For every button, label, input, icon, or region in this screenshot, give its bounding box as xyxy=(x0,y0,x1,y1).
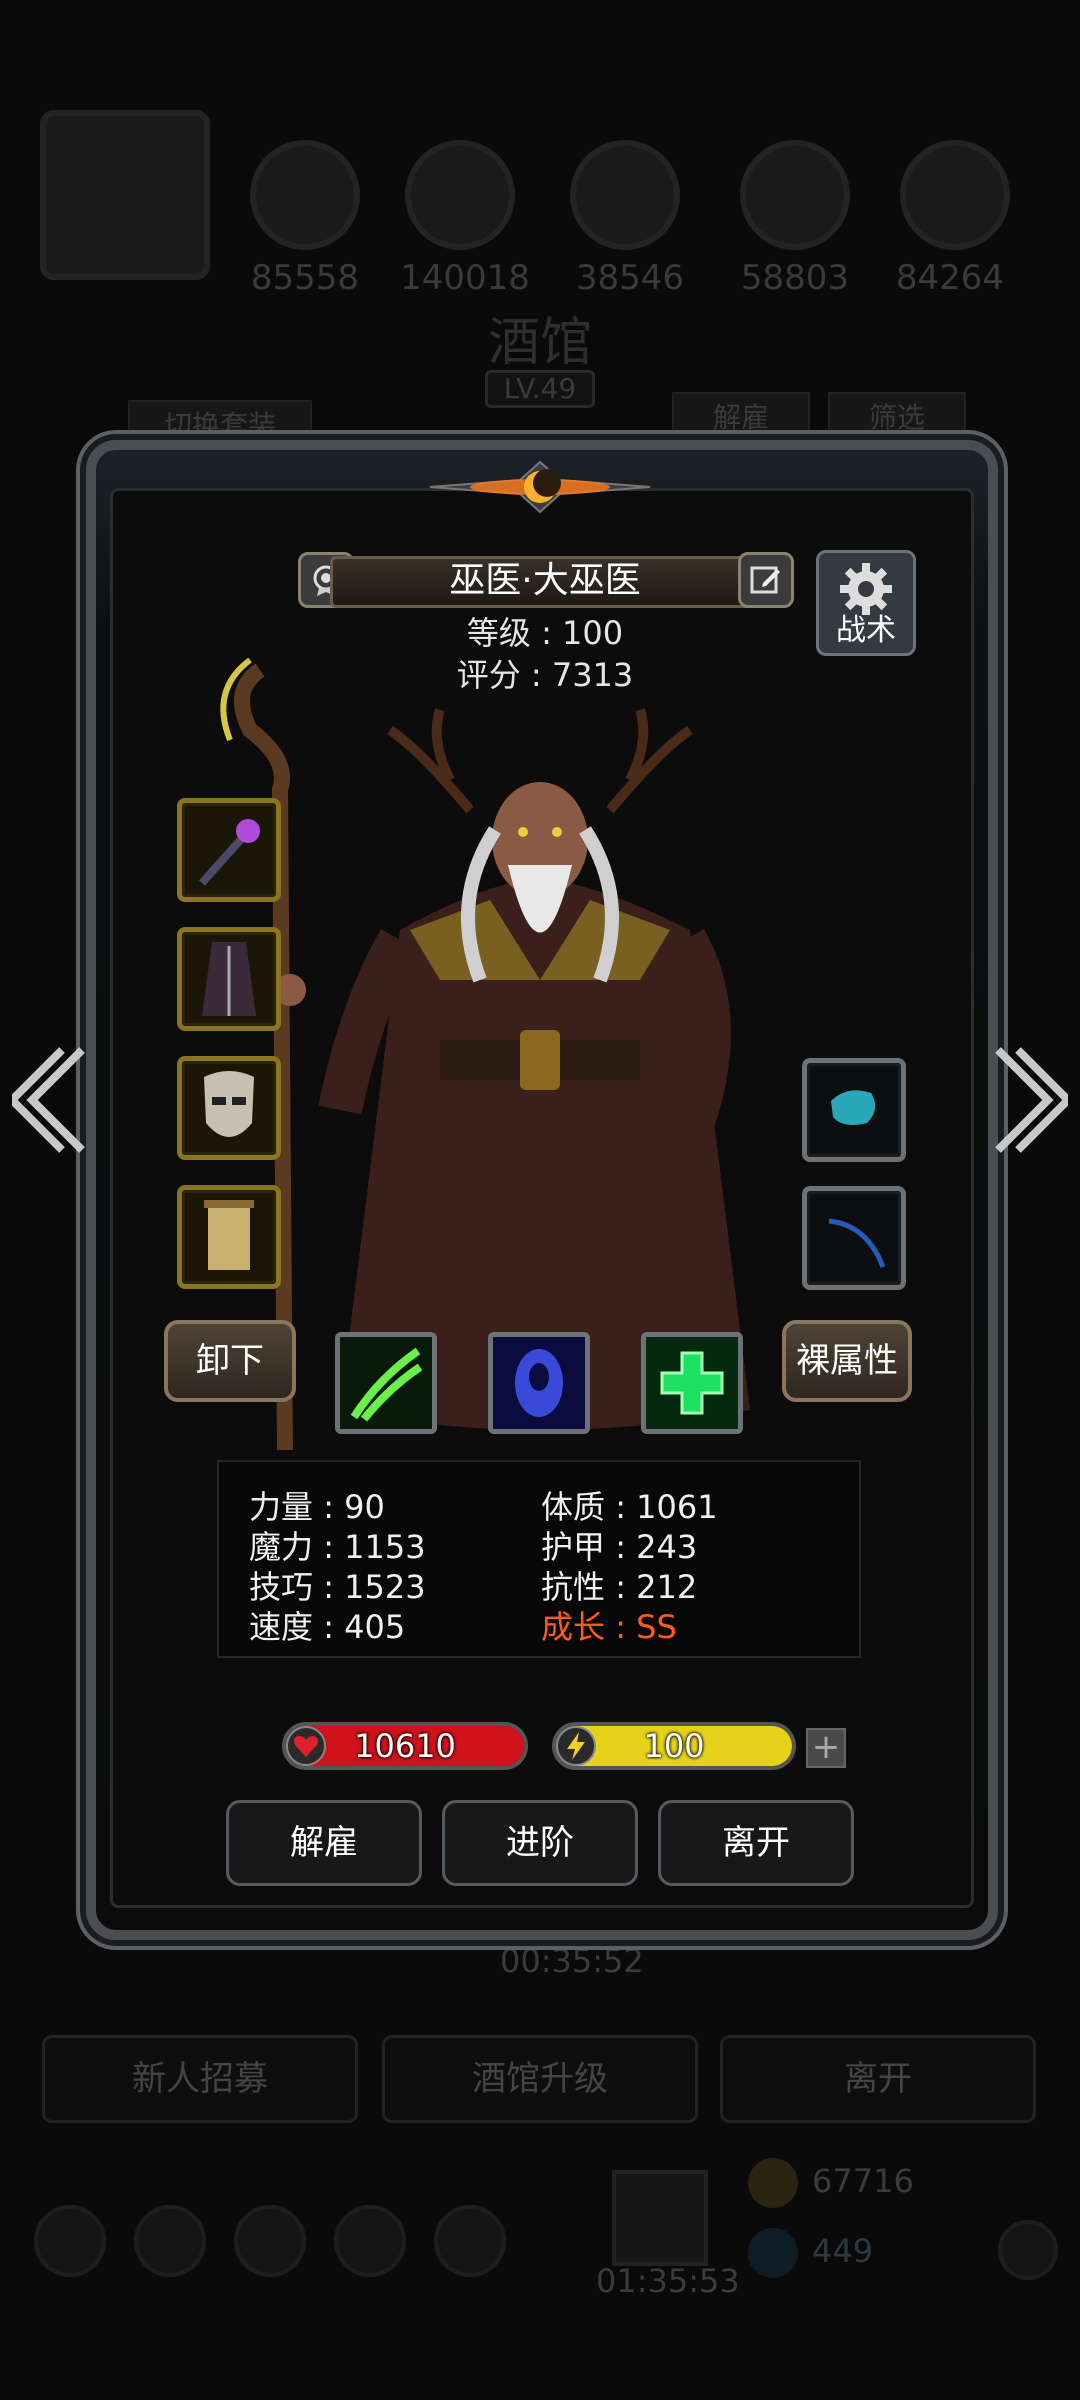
equip-slot-accessory[interactable] xyxy=(177,1185,281,1289)
menu-icon[interactable] xyxy=(134,2205,206,2277)
equip-slot-helmet[interactable] xyxy=(177,1056,281,1160)
stats-panel: 力量 : 90 魔力 : 1153 技巧 : 1523 速度 : 405 体质 … xyxy=(217,1460,861,1658)
menu-icon[interactable] xyxy=(334,2205,406,2277)
equip-slot-feather[interactable] xyxy=(802,1186,906,1290)
resource-icon-2 xyxy=(405,140,515,250)
resource-count: 58803 xyxy=(740,258,850,298)
tavern-level: LV.49 xyxy=(485,370,595,408)
gem-icon xyxy=(831,1090,876,1125)
lightning-icon xyxy=(556,1726,596,1766)
add-currency-icon[interactable] xyxy=(998,2220,1058,2280)
resource-count: 140018 xyxy=(400,258,530,298)
green-cross-icon xyxy=(646,1337,738,1429)
mask-icon xyxy=(204,1071,254,1137)
feather-icon xyxy=(828,1218,886,1268)
resource-icon-3 xyxy=(570,140,680,250)
tavern-title: 酒馆 xyxy=(487,313,592,373)
skill-slot-3[interactable] xyxy=(641,1332,743,1434)
tavern-upgrade-button[interactable]: 酒馆升级 xyxy=(382,2035,698,2123)
crescent-ornament-icon xyxy=(430,460,650,514)
tactics-label: 战术 xyxy=(836,613,896,648)
resource-icon-4 xyxy=(740,140,850,250)
scroll-icon xyxy=(204,1200,254,1270)
heart-icon xyxy=(286,1726,326,1766)
gold-coin-icon xyxy=(748,2158,798,2208)
green-claw-icon xyxy=(340,1337,432,1429)
stat-speed: 速度 : 405 xyxy=(249,1608,406,1646)
filter-button[interactable]: 筛选 xyxy=(828,392,966,444)
recruit-button[interactable]: 新人招募 xyxy=(42,2035,358,2123)
refresh-timer: 00:35:52 xyxy=(500,1942,644,1980)
tactics-button[interactable]: 战术 xyxy=(816,550,916,656)
rename-button[interactable] xyxy=(738,552,794,608)
hero-name: 巫医·大巫医 xyxy=(330,556,760,608)
dismiss-button[interactable]: 解雇 xyxy=(226,1800,422,1886)
bare-attributes-button[interactable]: 裸属性 xyxy=(782,1320,912,1402)
hero-level: 等级 : 100 xyxy=(466,614,624,652)
unequip-button[interactable]: 卸下 xyxy=(164,1320,296,1402)
menu-icon[interactable] xyxy=(34,2205,106,2277)
gift-icon[interactable] xyxy=(612,2170,708,2266)
equip-slot-weapon[interactable] xyxy=(177,798,281,902)
resource-icon-5 xyxy=(900,140,1010,250)
skill-slot-2[interactable] xyxy=(488,1332,590,1434)
equip-slot-gem[interactable] xyxy=(802,1058,906,1162)
robe-icon xyxy=(202,942,256,1016)
staff-icon xyxy=(199,819,260,886)
gold-amount: 67716 xyxy=(812,2162,914,2200)
gift-timer: 01:35:53 xyxy=(596,2262,740,2300)
resource-count: 84264 xyxy=(895,258,1005,298)
previous-hero-arrow-icon[interactable] xyxy=(12,1040,92,1160)
add-energy-button[interactable]: + xyxy=(806,1728,846,1768)
background-leave-button[interactable]: 离开 xyxy=(720,2035,1036,2123)
stat-growth: 成长 : SS xyxy=(541,1608,677,1646)
gem-currency-icon xyxy=(748,2228,798,2278)
skill-slot-1[interactable] xyxy=(335,1332,437,1434)
menu-icon[interactable] xyxy=(434,2205,506,2277)
next-hero-arrow-icon[interactable] xyxy=(988,1040,1068,1160)
leave-button[interactable]: 离开 xyxy=(658,1800,854,1886)
blue-spirit-icon xyxy=(493,1337,585,1429)
advance-button[interactable]: 进阶 xyxy=(442,1800,638,1886)
edit-icon xyxy=(750,566,780,594)
background-dismiss-button[interactable]: 解雇 xyxy=(672,392,810,444)
portrait-frame xyxy=(40,110,210,280)
menu-icon[interactable] xyxy=(234,2205,306,2277)
resource-icon-1 xyxy=(250,140,360,250)
resource-count: 85558 xyxy=(250,258,360,298)
equip-slot-armor[interactable] xyxy=(177,927,281,1031)
gem-amount: 449 xyxy=(812,2232,874,2270)
resource-count: 38546 xyxy=(575,258,685,298)
